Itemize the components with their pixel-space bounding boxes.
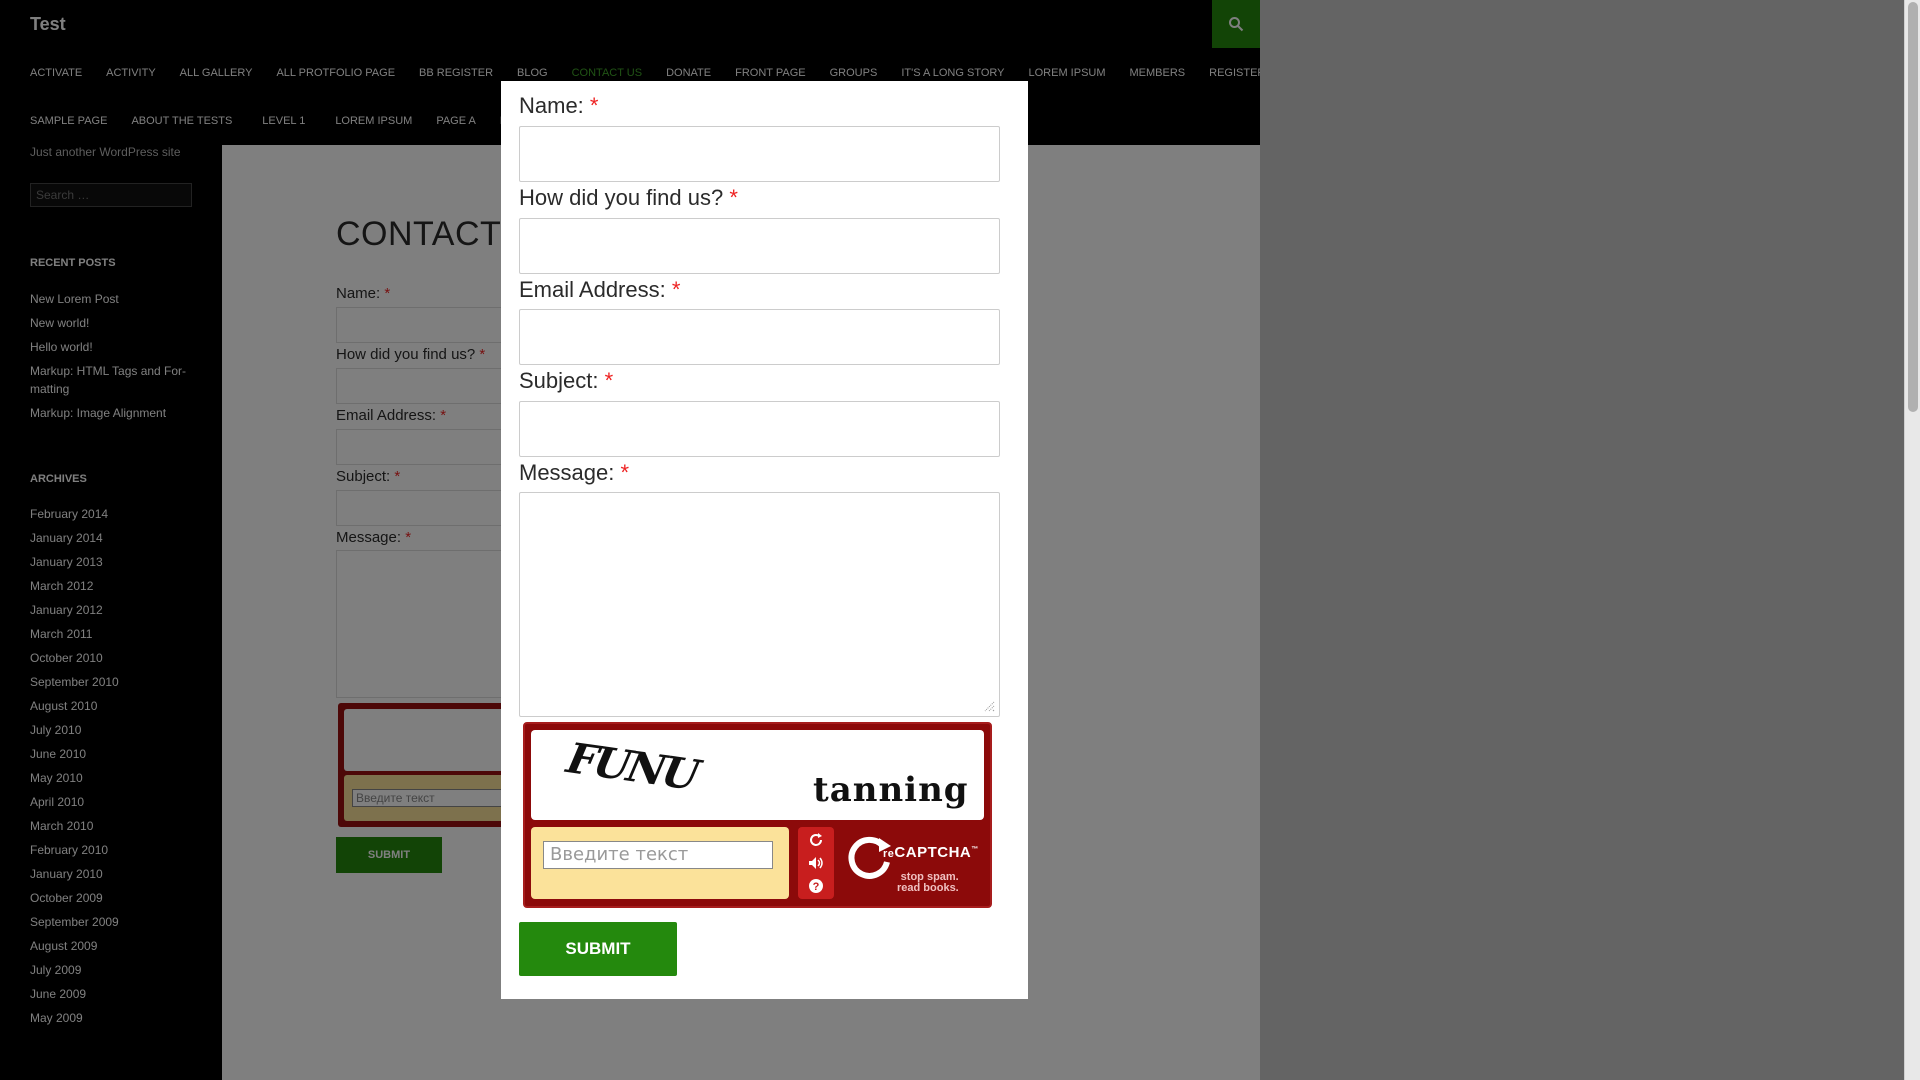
recaptcha-tagline: stop spam. read books. — [897, 871, 959, 894]
refresh-icon — [810, 833, 822, 846]
svg-text:?: ? — [813, 881, 820, 893]
modal-subject-label: Subject: * — [519, 368, 614, 393]
captcha-audio-button[interactable] — [804, 853, 828, 873]
recaptcha-branding: reCAPTCHA™ stop spam. read books. — [843, 830, 983, 900]
modal-find-field[interactable] — [519, 218, 1000, 274]
modal-submit-button[interactable]: SUBMIT — [519, 922, 677, 976]
captcha-image: FUNU tanning — [531, 730, 984, 820]
modal-subject-field[interactable] — [519, 401, 1000, 457]
modal-email-field[interactable] — [519, 309, 1000, 365]
captcha-word-2: tanning — [813, 770, 969, 810]
modal-email-label: Email Address: * — [519, 277, 681, 302]
page-scrollbar[interactable] — [1904, 0, 1920, 1080]
recaptcha-wordmark: reCAPTCHA™ — [883, 844, 979, 861]
contact-form-modal: Name: * How did you find us? * Email Add… — [501, 81, 1028, 999]
resize-grip-icon[interactable] — [983, 700, 995, 712]
modal-message-field[interactable] — [519, 492, 1000, 717]
modal-name-field[interactable] — [519, 126, 1000, 182]
scrollbar-thumb[interactable] — [1908, 2, 1918, 412]
recaptcha-widget: FUNU tanning Введите текст ? reCAPTCHA™ … — [523, 722, 992, 908]
captcha-input-area: Введите текст — [531, 827, 789, 899]
audio-icon — [809, 857, 823, 869]
modal-find-label: How did you find us? * — [519, 185, 738, 210]
captcha-response-input[interactable]: Введите текст — [543, 841, 773, 869]
captcha-word-1: FUNU — [557, 734, 706, 799]
modal-message-label: Message: * — [519, 460, 630, 485]
modal-name-label: Name: * — [519, 93, 599, 118]
captcha-help-button[interactable]: ? — [804, 876, 828, 896]
captcha-refresh-button[interactable] — [804, 830, 828, 850]
captcha-controls: ? — [798, 827, 834, 899]
help-icon: ? — [809, 879, 823, 893]
